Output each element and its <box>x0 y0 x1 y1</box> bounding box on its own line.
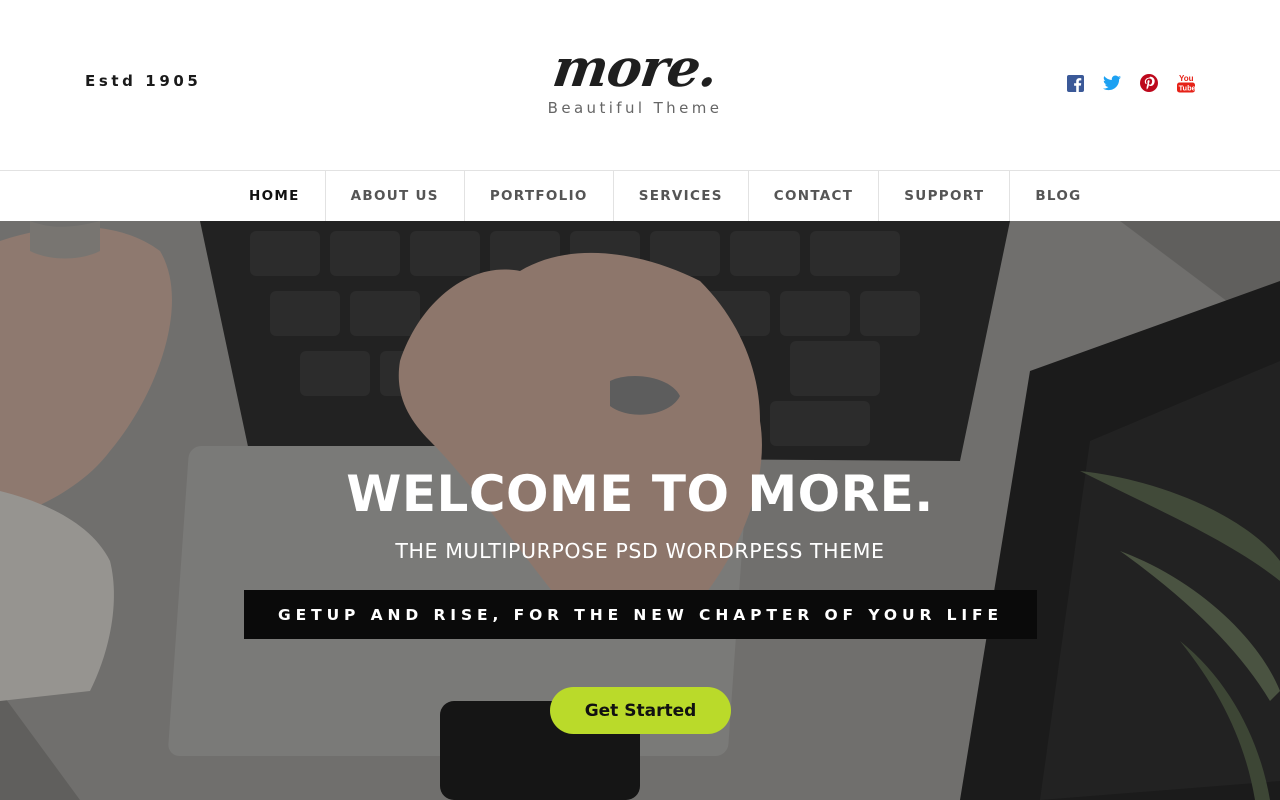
site-logo[interactable]: more. Beautiful Theme <box>500 36 770 126</box>
nav-menu: HOME ABOUT US PORTFOLIO SERVICES CONTACT… <box>224 171 1107 221</box>
hero-section: WELCOME TO MORE. THE MULTIPURPOSE PSD WO… <box>0 221 1280 800</box>
social-links: You Tube <box>1066 72 1195 94</box>
nav-item-blog[interactable]: BLOG <box>1010 171 1106 221</box>
nav-item-services[interactable]: SERVICES <box>614 171 749 221</box>
established-label: Estd 1905 <box>85 72 202 90</box>
nav-item-about-us[interactable]: ABOUT US <box>326 171 465 221</box>
youtube-icon[interactable]: You Tube <box>1177 73 1195 93</box>
hero-title: WELCOME TO MORE. <box>346 465 934 523</box>
hero-subtitle: THE MULTIPURPOSE PSD WORDRPESS THEME <box>395 539 885 563</box>
facebook-icon[interactable] <box>1066 73 1084 93</box>
logo-wordmark: more. <box>549 38 721 99</box>
svg-text:Tube: Tube <box>1179 83 1195 92</box>
nav-item-home[interactable]: HOME <box>224 171 326 221</box>
pinterest-icon[interactable] <box>1140 73 1158 93</box>
svg-text:You: You <box>1179 74 1194 83</box>
nav-item-portfolio[interactable]: PORTFOLIO <box>465 171 614 221</box>
nav-item-support[interactable]: SUPPORT <box>879 171 1011 221</box>
nav-item-contact[interactable]: CONTACT <box>749 171 880 221</box>
site-header: Estd 1905 more. Beautiful Theme You Tube <box>0 0 1280 170</box>
main-navigation: HOME ABOUT US PORTFOLIO SERVICES CONTACT… <box>0 170 1280 221</box>
hero-banner: GETUP AND RISE, FOR THE NEW CHAPTER OF Y… <box>244 590 1037 639</box>
get-started-button[interactable]: Get Started <box>550 687 731 734</box>
twitter-icon[interactable] <box>1103 73 1121 93</box>
